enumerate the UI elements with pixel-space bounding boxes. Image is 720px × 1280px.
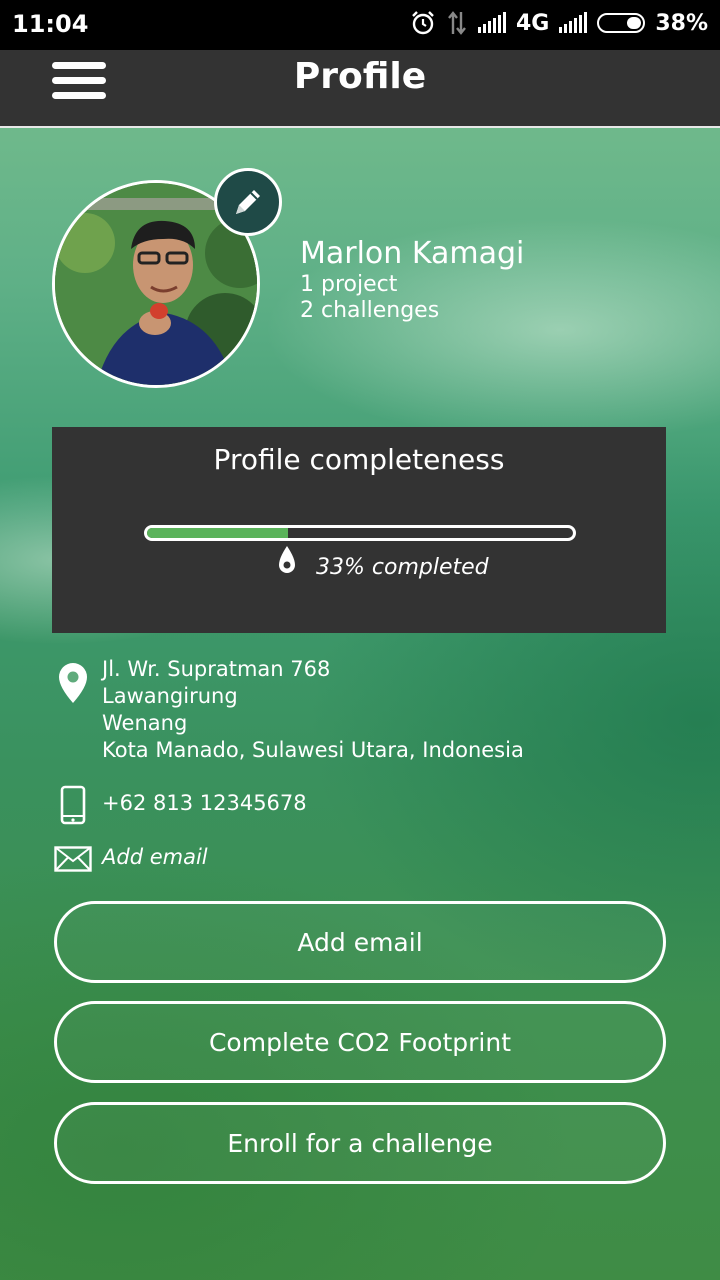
profile-name: Marlon Kamagi <box>300 236 525 271</box>
battery-icon <box>597 13 646 33</box>
address-line-3: Wenang <box>102 711 188 735</box>
page-title: Profile <box>293 56 427 97</box>
mail-icon <box>54 846 92 872</box>
signal-icon <box>477 12 506 33</box>
network-type: 4G <box>515 10 550 36</box>
pencil-icon <box>236 190 260 214</box>
address-row: Jl. Wr. Supratman 768 Lawangirung Wenang… <box>52 656 672 768</box>
address-line-1: Jl. Wr. Supratman 768 <box>102 657 331 681</box>
completeness-progress-bar <box>144 525 576 541</box>
address-text: Jl. Wr. Supratman 768 Lawangirung Wenang… <box>102 656 524 764</box>
address-line-4: Kota Manado, Sulawesi Utara, Indonesia <box>102 738 524 762</box>
add-email-button[interactable]: Add email <box>54 901 666 983</box>
enroll-challenge-button[interactable]: Enroll for a challenge <box>54 1102 666 1184</box>
completeness-progress-fill <box>147 528 288 538</box>
edit-profile-button[interactable] <box>214 168 282 236</box>
signal-icon-2 <box>559 12 588 33</box>
progress-marker-icon <box>278 546 295 573</box>
complete-co2-footprint-button[interactable]: Complete CO2 Footprint <box>54 1001 666 1083</box>
battery-percent: 38% <box>655 10 708 36</box>
app-bar: Profile <box>0 50 720 128</box>
completeness-title: Profile completeness <box>213 443 505 476</box>
phone-number: +62 813 12345678 <box>102 791 307 815</box>
phone-row: +62 813 12345678 <box>52 785 672 826</box>
location-pin-icon <box>59 663 87 703</box>
profile-completeness-panel: Profile completeness 33% completed <box>52 427 666 633</box>
email-placeholder[interactable]: Add email <box>102 844 208 871</box>
phone-icon <box>60 785 86 825</box>
email-row[interactable]: Add email <box>52 844 672 876</box>
address-line-2: Lawangirung <box>102 684 238 708</box>
status-time: 11:04 <box>12 10 89 38</box>
completeness-label: 33% completed <box>316 555 489 580</box>
profile-projects: 1 project <box>300 272 398 297</box>
data-arrows-icon <box>448 11 466 35</box>
profile-challenges: 2 challenges <box>300 298 440 323</box>
alarm-icon <box>412 11 434 35</box>
status-bar: 11:04 4G 38% <box>0 0 720 50</box>
status-icons: 4G 38% <box>410 10 708 36</box>
